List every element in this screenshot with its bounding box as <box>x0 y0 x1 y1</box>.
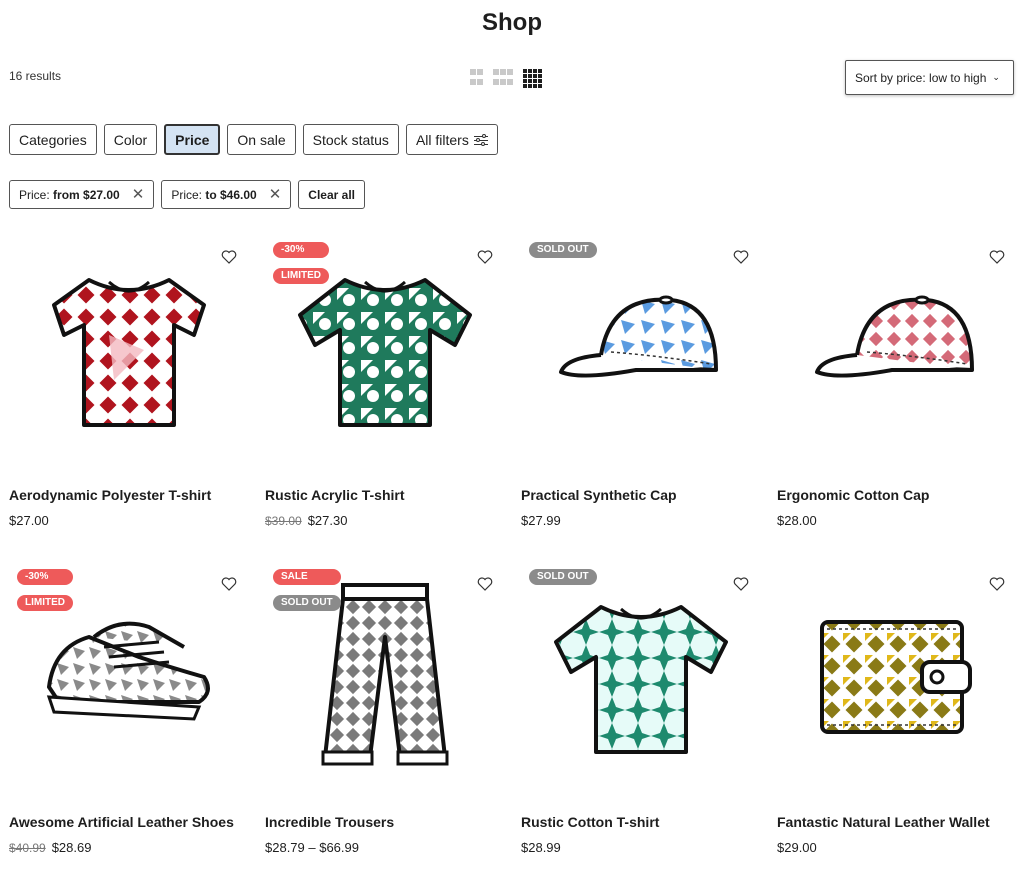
chip-prefix: Price: <box>19 187 50 202</box>
chip-value: from $27.00 <box>53 187 120 202</box>
badges: SOLD OUT <box>529 242 597 258</box>
chip-prefix: Price: <box>171 187 202 202</box>
results-count: 16 results <box>9 69 62 83</box>
product-price: $29.00 <box>777 840 817 855</box>
sort-label: Sort by price: low to high <box>855 70 987 85</box>
grid-2-icon[interactable] <box>470 69 483 88</box>
product-name[interactable]: Rustic Acrylic T-shirt <box>265 487 405 503</box>
product-name[interactable]: Incredible Trousers <box>265 814 394 830</box>
price-current: $29.00 <box>777 840 817 855</box>
sliders-icon <box>473 133 488 147</box>
badges: SALE SOLD OUT <box>273 569 341 611</box>
heart-icon[interactable] <box>221 577 237 591</box>
all-filters-button[interactable]: All filters <box>405 124 498 155</box>
all-filters-label: All filters <box>415 131 469 148</box>
product-name[interactable]: Aerodynamic Polyester T-shirt <box>9 487 211 503</box>
close-icon[interactable]: ✕ <box>269 187 282 202</box>
grid-3-icon[interactable] <box>493 69 513 88</box>
price-current: $28.69 <box>51 840 92 855</box>
price-current: $28.00 <box>777 513 817 528</box>
grid-4-icon[interactable] <box>523 69 542 88</box>
badges: SOLD OUT <box>529 569 597 585</box>
limited-badge: LIMITED <box>17 595 73 611</box>
discount-badge: -30% <box>273 242 329 258</box>
heart-icon[interactable] <box>477 250 493 264</box>
heart-icon[interactable] <box>989 250 1005 264</box>
filter-categories-button[interactable]: Categories <box>9 124 97 155</box>
product-price: $28.00 <box>777 513 817 528</box>
product-image[interactable] <box>777 567 1017 787</box>
sold-out-badge: SOLD OUT <box>529 569 597 585</box>
price-old: $39.00 <box>265 514 302 528</box>
sold-out-badge: SOLD OUT <box>273 595 341 611</box>
product-name[interactable]: Practical Synthetic Cap <box>521 487 677 503</box>
product-name[interactable]: Ergonomic Cotton Cap <box>777 487 929 503</box>
price-from-chip[interactable]: Price: from $27.00 ✕ <box>9 180 155 209</box>
page-title: Shop <box>482 9 542 36</box>
active-filters: Price: from $27.00 ✕ Price: to $46.00 ✕ … <box>9 180 365 209</box>
price-current: $28.99 <box>521 840 561 855</box>
filter-color-button[interactable]: Color <box>103 124 158 155</box>
filter-price-button[interactable]: Price <box>164 124 221 155</box>
discount-badge: -30% <box>17 569 73 585</box>
product-image[interactable] <box>521 240 761 460</box>
heart-icon[interactable] <box>477 577 493 591</box>
badges: -30% LIMITED <box>273 242 329 284</box>
product-price: $27.99 <box>521 513 561 528</box>
filter-bar: Categories Color Price On sale Stock sta… <box>9 124 498 155</box>
heart-icon[interactable] <box>733 250 749 264</box>
product-name[interactable]: Rustic Cotton T-shirt <box>521 814 659 830</box>
product-price: $39.00 $27.30 <box>265 513 347 528</box>
product-image[interactable] <box>521 567 761 787</box>
price-old: $40.99 <box>9 841 46 855</box>
heart-icon[interactable] <box>989 577 1005 591</box>
product-price: $27.00 <box>9 513 49 528</box>
chip-value: to $46.00 <box>205 187 257 202</box>
sold-out-badge: SOLD OUT <box>529 242 597 258</box>
chevron-down-icon: ⌄ <box>992 72 1000 82</box>
price-current: $28.79 – $66.99 <box>265 840 359 855</box>
price-current: $27.30 <box>307 513 348 528</box>
product-name[interactable]: Fantastic Natural Leather Wallet <box>777 814 990 830</box>
view-switcher <box>470 69 542 88</box>
heart-icon[interactable] <box>733 577 749 591</box>
badges: -30% LIMITED <box>17 569 73 611</box>
price-current: $27.00 <box>9 513 49 528</box>
filter-on-sale-button[interactable]: On sale <box>227 124 296 155</box>
product-price: $28.79 – $66.99 <box>265 840 359 855</box>
product-name[interactable]: Awesome Artificial Leather Shoes <box>9 814 234 830</box>
product-price: $28.99 <box>521 840 561 855</box>
price-to-chip[interactable]: Price: to $46.00 ✕ <box>161 180 292 209</box>
limited-badge: LIMITED <box>273 268 329 284</box>
product-price: $40.99 $28.69 <box>9 840 91 855</box>
filter-stock-status-button[interactable]: Stock status <box>302 124 399 155</box>
product-image[interactable] <box>777 240 1017 460</box>
price-current: $27.99 <box>521 513 561 528</box>
sale-badge: SALE <box>273 569 341 585</box>
close-icon[interactable]: ✕ <box>132 187 145 202</box>
sort-select[interactable]: Sort by price: low to high ⌄ <box>845 60 1014 95</box>
clear-all-button[interactable]: Clear all <box>298 180 365 209</box>
product-image[interactable] <box>9 240 249 460</box>
heart-icon[interactable] <box>221 250 237 264</box>
